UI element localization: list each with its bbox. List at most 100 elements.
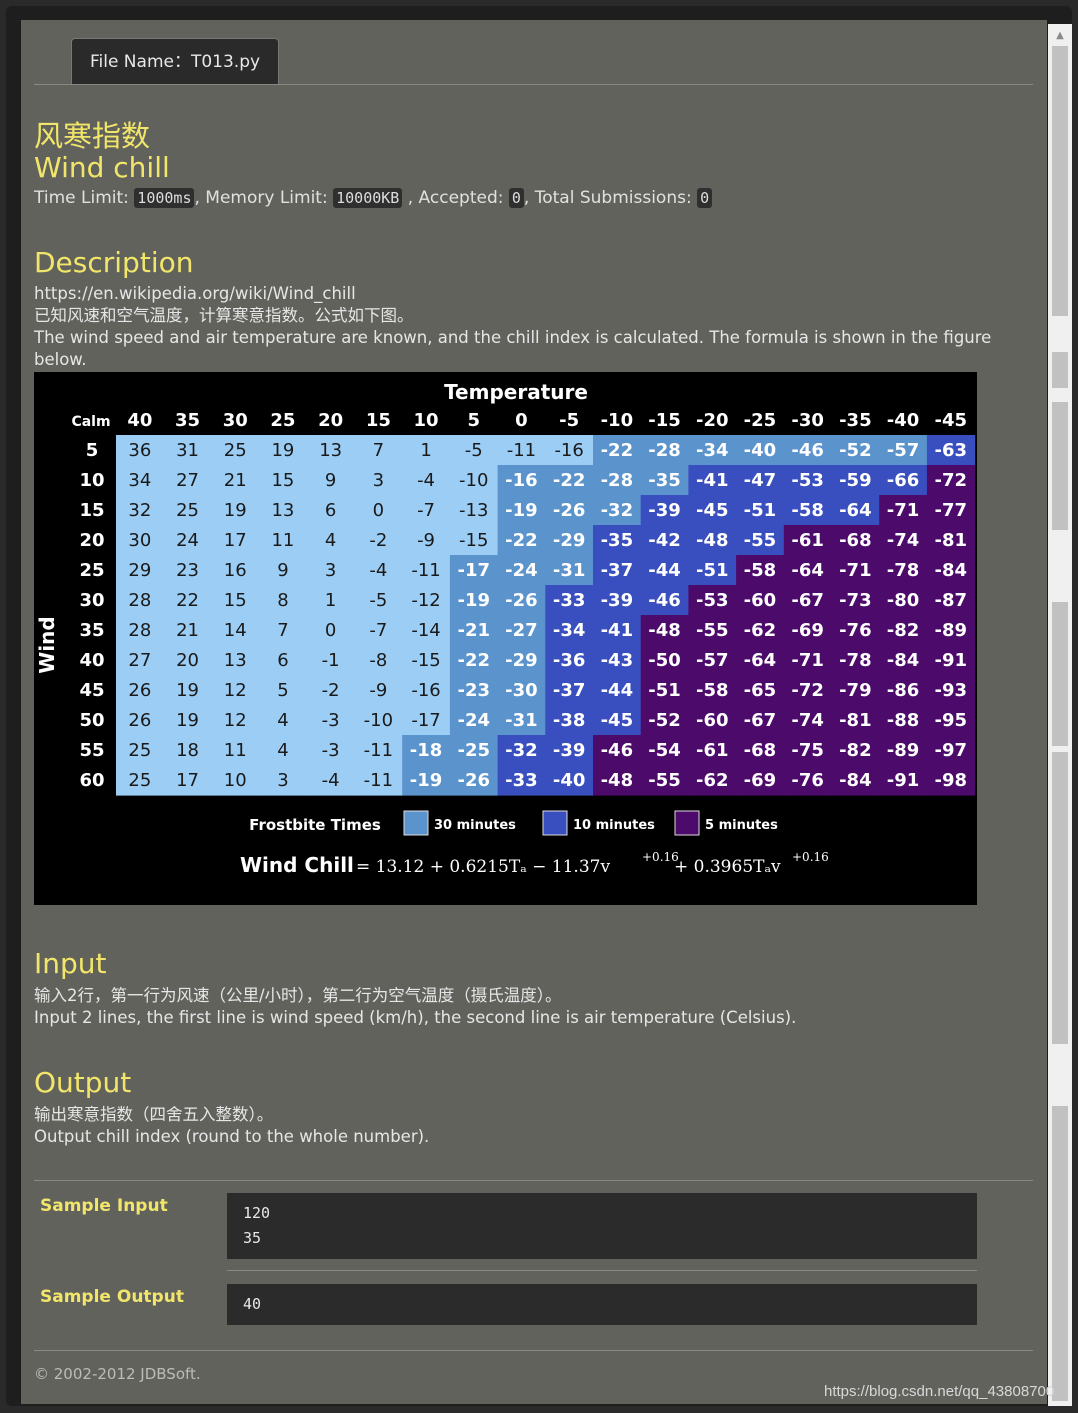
legend-swatch xyxy=(674,810,700,836)
chart-value-label: -84 xyxy=(887,650,920,671)
temperature-tick-label: -10 xyxy=(601,410,634,431)
chart-value-label: -97 xyxy=(934,740,967,761)
chart-value-label: 10 xyxy=(224,770,247,791)
scroll-thumb-segment[interactable] xyxy=(1052,602,1068,746)
chart-value-label: -74 xyxy=(887,530,920,551)
temperature-tick-label: -20 xyxy=(696,410,729,431)
chart-value-label: -31 xyxy=(553,560,586,581)
chart-value-label: 4 xyxy=(325,530,336,551)
sample-output-box[interactable]: 40 xyxy=(227,1284,977,1325)
file-name-tab[interactable]: File Name：T013.py xyxy=(71,38,279,84)
chart-value-label: -82 xyxy=(887,620,920,641)
copyright-footer: © 2002-2012 JDBSoft. xyxy=(34,1365,201,1383)
chart-value-label: -69 xyxy=(791,620,824,641)
chart-value-label: -48 xyxy=(696,530,729,551)
chart-value-label: 28 xyxy=(128,590,151,611)
chart-value-label: -45 xyxy=(601,710,634,731)
formula-exponent: +0.16 xyxy=(792,850,829,864)
chart-value-label: -55 xyxy=(744,530,777,551)
scroll-thumb-segment[interactable] xyxy=(1052,752,1068,1044)
samples-divider xyxy=(34,1180,1033,1181)
chart-value-label: 30 xyxy=(128,530,151,551)
wind-chill-chart: TemperatureCalm 40 35 30 25 20 15 10 5 0 -5 -10 -15-… xyxy=(34,372,977,905)
chart-value-label: -8 xyxy=(369,650,387,671)
output-en: Output chill index (round to the whole n… xyxy=(34,1127,430,1146)
chart-value-label: 32 xyxy=(128,500,151,521)
chart-value-label: 18 xyxy=(176,740,199,761)
chart-value-label: -26 xyxy=(505,590,538,611)
input-cn: 输入2行，第一行为风速（公里/小时），第二行为空气温度（摄氏温度）。 xyxy=(34,986,562,1005)
chart-value-label: -9 xyxy=(369,680,387,701)
chart-value-label: -78 xyxy=(839,650,872,671)
scroll-up-arrow-icon[interactable]: ▲ xyxy=(1048,24,1072,46)
chart-value-label: 15 xyxy=(271,470,294,491)
chart-value-label: 9 xyxy=(325,470,336,491)
chart-value-label: -33 xyxy=(505,770,538,791)
chart-value-label: -11 xyxy=(364,740,393,761)
chart-value-label: -44 xyxy=(601,680,634,701)
sample-output-line: 40 xyxy=(243,1295,262,1313)
chart-value-label: -5 xyxy=(369,590,387,611)
chart-value-label: -33 xyxy=(553,590,586,611)
legend-label: 5 minutes xyxy=(705,818,778,833)
chart-value-label: 12 xyxy=(224,710,247,731)
chart-value-label: -38 xyxy=(553,710,586,731)
scroll-thumb-segment[interactable] xyxy=(1052,1106,1068,1401)
chart-value-label: 0 xyxy=(325,620,336,641)
sample-input-line: 120 xyxy=(243,1204,271,1222)
chart-value-label: -4 xyxy=(369,560,387,581)
scroll-track[interactable] xyxy=(1052,46,1068,1401)
chart-value-label: 6 xyxy=(325,500,336,521)
chart-value-label: 25 xyxy=(128,770,151,791)
chart-value-label: 3 xyxy=(277,770,288,791)
chart-value-label: -57 xyxy=(887,440,920,461)
chart-value-label: -41 xyxy=(601,620,634,641)
chart-value-label: -19 xyxy=(457,590,490,611)
scroll-thumb-segment[interactable] xyxy=(1052,352,1068,388)
chart-value-label: -11 xyxy=(411,560,440,581)
chart-value-label: -32 xyxy=(505,740,538,761)
chart-value-label: 17 xyxy=(176,770,199,791)
chart-value-label: -35 xyxy=(648,470,681,491)
sample-input-box[interactable]: 120 35 xyxy=(227,1193,977,1259)
chart-value-label: -11 xyxy=(507,440,536,461)
chart-value-label: -34 xyxy=(696,440,729,461)
chart-value-label: 11 xyxy=(224,740,247,761)
chart-value-label: -93 xyxy=(934,680,967,701)
chart-value-label: 7 xyxy=(373,440,384,461)
chart-value-label: 14 xyxy=(224,620,247,641)
wind-tick-label: 20 xyxy=(79,530,104,551)
temperature-tick-label: 15 xyxy=(366,410,391,431)
scroll-thumb[interactable] xyxy=(1052,46,1068,316)
chart-value-label: -31 xyxy=(505,710,538,731)
chart-value-label: 0 xyxy=(373,500,384,521)
chart-value-label: -87 xyxy=(934,590,967,611)
formula-part: = 13.12 + 0.6215Tₐ − 11.37v xyxy=(356,857,610,877)
chart-value-label: -48 xyxy=(601,770,634,791)
chart-value-label: -60 xyxy=(744,590,777,611)
accepted-label: , Accepted: xyxy=(407,188,504,208)
wind-tick-label: 55 xyxy=(79,740,104,761)
chart-value-label: 19 xyxy=(224,500,247,521)
chart-value-label: -18 xyxy=(410,740,443,761)
vertical-scrollbar[interactable]: ▲ xyxy=(1048,24,1072,1406)
chart-value-label: 13 xyxy=(224,650,247,671)
chart-value-label: -15 xyxy=(459,530,488,551)
chart-value-label: -41 xyxy=(696,470,729,491)
chart-value-label: -43 xyxy=(601,650,634,671)
chart-value-label: 36 xyxy=(128,440,151,461)
chart-value-label: -2 xyxy=(369,530,387,551)
description-url[interactable]: https://en.wikipedia.org/wiki/Wind_chill xyxy=(34,283,1029,305)
temperature-tick-label: 5 xyxy=(467,410,480,431)
chart-value-label: -52 xyxy=(648,710,681,731)
wind-tick-label: 50 xyxy=(79,710,104,731)
chart-value-label: -40 xyxy=(744,440,777,461)
chart-value-label: -71 xyxy=(887,500,920,521)
chart-value-label: -39 xyxy=(553,740,586,761)
chart-value-label: -39 xyxy=(648,500,681,521)
scroll-thumb-segment[interactable] xyxy=(1052,402,1068,530)
chart-value-label: -40 xyxy=(553,770,586,791)
chart-value-label: 25 xyxy=(224,440,247,461)
chart-value-label: -3 xyxy=(322,740,340,761)
chart-value-label: -89 xyxy=(887,740,920,761)
